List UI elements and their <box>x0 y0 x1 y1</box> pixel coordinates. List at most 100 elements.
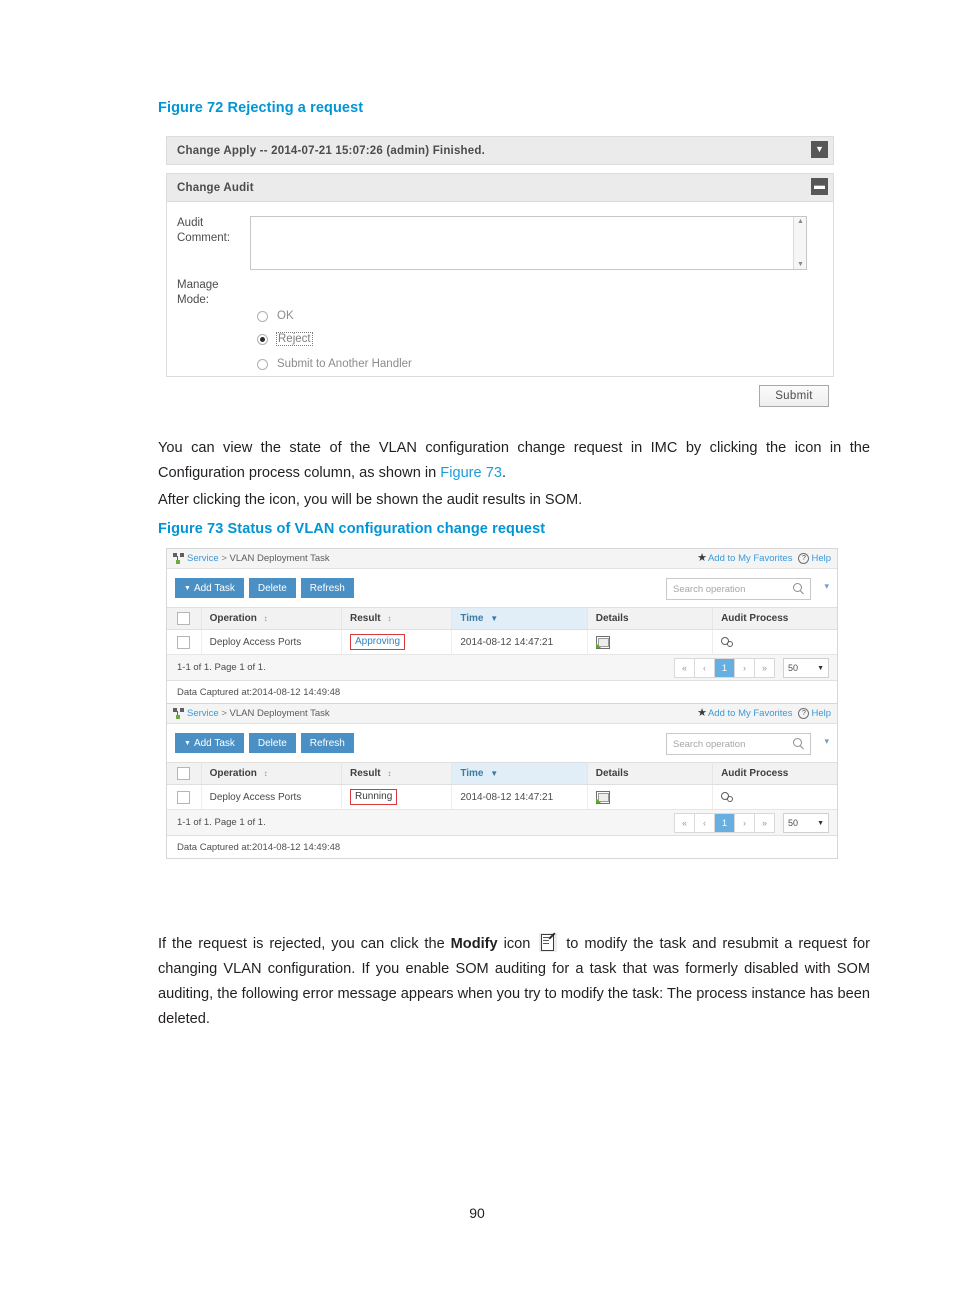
caret-down-icon: ▼ <box>184 739 191 747</box>
search-icon[interactable] <box>792 737 806 751</box>
breadcrumb-service-link[interactable]: Service <box>187 553 219 564</box>
page-number: 90 <box>469 1205 485 1221</box>
page-last-button[interactable]: » <box>754 658 775 678</box>
sort-desc-icon: ▼ <box>490 769 499 778</box>
cell-result: Running <box>341 784 453 810</box>
audit-comment-label: Audit Comment: <box>177 217 231 244</box>
help-link[interactable]: Help <box>811 708 831 719</box>
gears-icon[interactable] <box>721 791 735 803</box>
add-task-button[interactable]: ▼ Add Task <box>175 578 244 598</box>
search-icon[interactable] <box>792 582 806 596</box>
page-number-1[interactable]: 1 <box>714 813 734 833</box>
page-first-button[interactable]: « <box>674 813 694 833</box>
question-mark-icon[interactable]: ? <box>798 708 810 719</box>
select-all-checkbox[interactable] <box>177 767 191 780</box>
radio-ok[interactable] <box>257 310 268 322</box>
para1-text-b: . <box>501 465 507 481</box>
sort-icon: ↕ <box>263 769 268 778</box>
sort-desc-icon: ▼ <box>490 614 499 623</box>
change-apply-header[interactable]: Change Apply -- 2014-07-21 15:07:26 (adm… <box>166 136 834 165</box>
page-first-button[interactable]: « <box>674 658 694 678</box>
row-checkbox[interactable] <box>177 790 191 804</box>
table-header-row: Operation ↕ Result ↕ Time ▼ Details Audi… <box>167 762 837 785</box>
cell-operation: Deploy Access Ports <box>201 629 343 655</box>
para1-text-a: You can view the state of the VLAN confi… <box>158 440 870 481</box>
change-audit-header[interactable]: Change Audit ▬ <box>166 173 834 202</box>
details-window-icon[interactable] <box>595 636 610 649</box>
page-next-button[interactable]: › <box>734 658 754 678</box>
figure-72-footer: Submit <box>166 377 834 415</box>
table-row[interactable]: Deploy Access Ports Approving 2014-08-12… <box>167 629 837 655</box>
refresh-button[interactable]: Refresh <box>300 733 354 753</box>
chevron-down-icon: ▼ <box>817 664 824 672</box>
cell-details <box>587 784 714 810</box>
select-all-header[interactable] <box>167 607 202 630</box>
para3-text-a: If the request is rejected, you can clic… <box>158 936 451 952</box>
search-operation-input[interactable]: Search operation <box>666 733 811 755</box>
row-select-cell[interactable] <box>167 629 202 655</box>
cell-time: 2014-08-12 14:47:21 <box>451 629 588 655</box>
question-mark-icon[interactable]: ? <box>798 553 810 564</box>
add-to-favorites-link[interactable]: Add to My Favorites <box>708 708 792 719</box>
manage-mode-option-ok[interactable]: OK <box>257 310 294 322</box>
column-header-time[interactable]: Time ▼ <box>451 762 588 785</box>
minus-icon[interactable]: ▬ <box>811 178 828 195</box>
result-status-badge[interactable]: Approving <box>350 634 406 650</box>
figure-73-reference-link[interactable]: Figure 73 <box>440 465 502 481</box>
select-all-header[interactable] <box>167 762 202 785</box>
help-link[interactable]: Help <box>811 553 831 564</box>
select-all-checkbox[interactable] <box>177 612 191 625</box>
widget2-header-actions: ★ Add to My Favorites ? Help <box>697 704 831 723</box>
page-number-1[interactable]: 1 <box>714 658 734 678</box>
expand-filters-icon[interactable]: ▾ <box>824 737 829 746</box>
result-status-badge[interactable]: Running <box>350 789 398 805</box>
manage-mode-option-submit-to-another-handler[interactable]: Submit to Another Handler <box>257 358 412 370</box>
page-last-button[interactable]: » <box>754 813 775 833</box>
chevron-down-icon[interactable]: ▼ <box>811 141 828 158</box>
page-prev-button[interactable]: ‹ <box>694 658 714 678</box>
refresh-button[interactable]: Refresh <box>300 578 354 598</box>
paragraph-after-clicking: After clicking the icon, you will be sho… <box>158 492 583 508</box>
modify-bold-label: Modify <box>450 936 498 952</box>
cell-audit-process <box>712 629 837 655</box>
add-to-favorites-link[interactable]: Add to My Favorites <box>708 553 792 564</box>
add-task-button[interactable]: ▼ Add Task <box>175 733 244 753</box>
delete-button[interactable]: Delete <box>248 733 296 753</box>
radio-submit-another[interactable] <box>257 358 268 370</box>
scroll-down-icon[interactable]: ▼ <box>797 261 804 268</box>
table-row[interactable]: Deploy Access Ports Running 2014-08-12 1… <box>167 784 837 810</box>
pagination-controls: « ‹ 1 › » 50 ▼ <box>674 658 829 678</box>
row-checkbox[interactable] <box>177 635 191 649</box>
page-size-select[interactable]: 50 ▼ <box>783 658 829 678</box>
textarea-scrollbar[interactable]: ▲ ▼ <box>793 217 806 269</box>
widget2-pagination-row: 1-1 of 1. Page 1 of 1. « ‹ 1 › » 50 ▼ <box>167 810 837 836</box>
gears-icon[interactable] <box>721 636 735 648</box>
audit-comment-input[interactable]: ▲ ▼ <box>250 216 807 270</box>
column-header-operation[interactable]: Operation ↕ <box>201 762 343 785</box>
change-audit-body: Audit Comment: ▲ ▼ Manage Mode: OK Rejec… <box>166 202 834 377</box>
radio-reject[interactable] <box>257 333 268 345</box>
column-header-audit-process: Audit Process <box>712 607 837 630</box>
widget1-captured-text: Data Captured at:2014-08-12 14:49:48 <box>167 681 837 703</box>
cell-operation: Deploy Access Ports <box>201 784 343 810</box>
widget2-task-table: Operation ↕ Result ↕ Time ▼ Details Audi… <box>167 762 837 810</box>
details-window-icon[interactable] <box>595 791 610 804</box>
row-select-cell[interactable] <box>167 784 202 810</box>
submit-button[interactable]: Submit <box>759 385 829 407</box>
page-next-button[interactable]: › <box>734 813 754 833</box>
page-size-select[interactable]: 50 ▼ <box>783 813 829 833</box>
column-header-operation[interactable]: Operation ↕ <box>201 607 343 630</box>
search-operation-input[interactable]: Search operation <box>666 578 811 600</box>
column-header-time[interactable]: Time ▼ <box>451 607 588 630</box>
widget1-breadcrumb-bar: Service > VLAN Deployment Task ★ Add to … <box>167 549 837 569</box>
expand-filters-icon[interactable]: ▾ <box>824 582 829 591</box>
manage-mode-option-reject[interactable]: Reject <box>257 332 313 346</box>
scroll-up-icon[interactable]: ▲ <box>797 218 804 225</box>
page-prev-button[interactable]: ‹ <box>694 813 714 833</box>
column-header-result[interactable]: Result ↕ <box>341 762 453 785</box>
service-icon <box>173 708 184 719</box>
column-header-result[interactable]: Result ↕ <box>341 607 453 630</box>
delete-button[interactable]: Delete <box>248 578 296 598</box>
paragraph-modify-icon: If the request is rejected, you can clic… <box>158 932 870 1032</box>
breadcrumb-service-link[interactable]: Service <box>187 708 219 719</box>
